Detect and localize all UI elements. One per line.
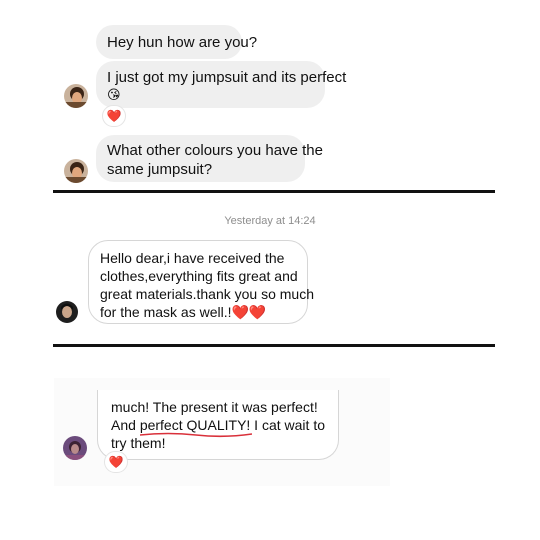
section-divider <box>53 190 495 193</box>
message-text-line-4-wrap: for the mask as well.!❤️❤️ <box>100 302 266 324</box>
avatar[interactable] <box>56 301 78 323</box>
heart-icon: ❤️ <box>106 109 122 123</box>
conversation-section-1: Hey hun how are you? I just got my jumps… <box>0 0 540 190</box>
heart-icon: ❤️❤️ <box>231 305 267 321</box>
avatar-photo-icon <box>56 301 78 323</box>
heart-reaction[interactable]: ❤️ <box>104 451 128 473</box>
avatar[interactable] <box>64 159 88 183</box>
kiss-emoji-icon: 😘 <box>107 88 121 103</box>
message-bubble[interactable]: I just got my jumpsuit and its perfect 😘 <box>96 61 346 108</box>
message-bubble[interactable]: What other colours you have the same jum… <box>96 135 323 182</box>
message-text-prefix: And <box>111 417 140 433</box>
avatar[interactable] <box>64 84 88 108</box>
conversation-section-2: Yesterday at 14:24 Hello dear,i have rec… <box>0 194 540 344</box>
message-text: Hey hun how are you? <box>107 34 258 51</box>
message-text-line-2: same jumpsuit? <box>107 161 213 178</box>
message-bubble[interactable]: Hello dear,i have received the clothes,e… <box>88 240 314 324</box>
message-text-line-4: for the mask as well.! <box>100 304 232 320</box>
section-divider <box>53 344 495 347</box>
heart-reaction[interactable]: ❤️ <box>102 105 126 127</box>
heart-icon: ❤️ <box>108 455 124 469</box>
message-text-line-1: What other colours you have the <box>107 142 323 159</box>
message-bubble[interactable]: much! The present it was perfect! And pe… <box>97 390 339 460</box>
message-text-suffix: I cat wait to <box>250 417 325 433</box>
message-text: I just got my jumpsuit and its perfect <box>107 69 347 86</box>
avatar-photo-icon <box>64 84 88 108</box>
conversation-section-3: much! The present it was perfect! And pe… <box>0 378 540 488</box>
avatar-photo-icon <box>64 159 88 183</box>
message-timestamp: Yesterday at 14:24 <box>224 215 316 227</box>
underlined-text: perfect QUALITY! <box>139 417 251 433</box>
message-bubble[interactable]: Hey hun how are you? <box>96 25 257 59</box>
underlined-phrase: perfect QUALITY! <box>139 417 252 438</box>
avatar[interactable] <box>63 436 87 460</box>
avatar-photo-icon <box>63 436 87 460</box>
